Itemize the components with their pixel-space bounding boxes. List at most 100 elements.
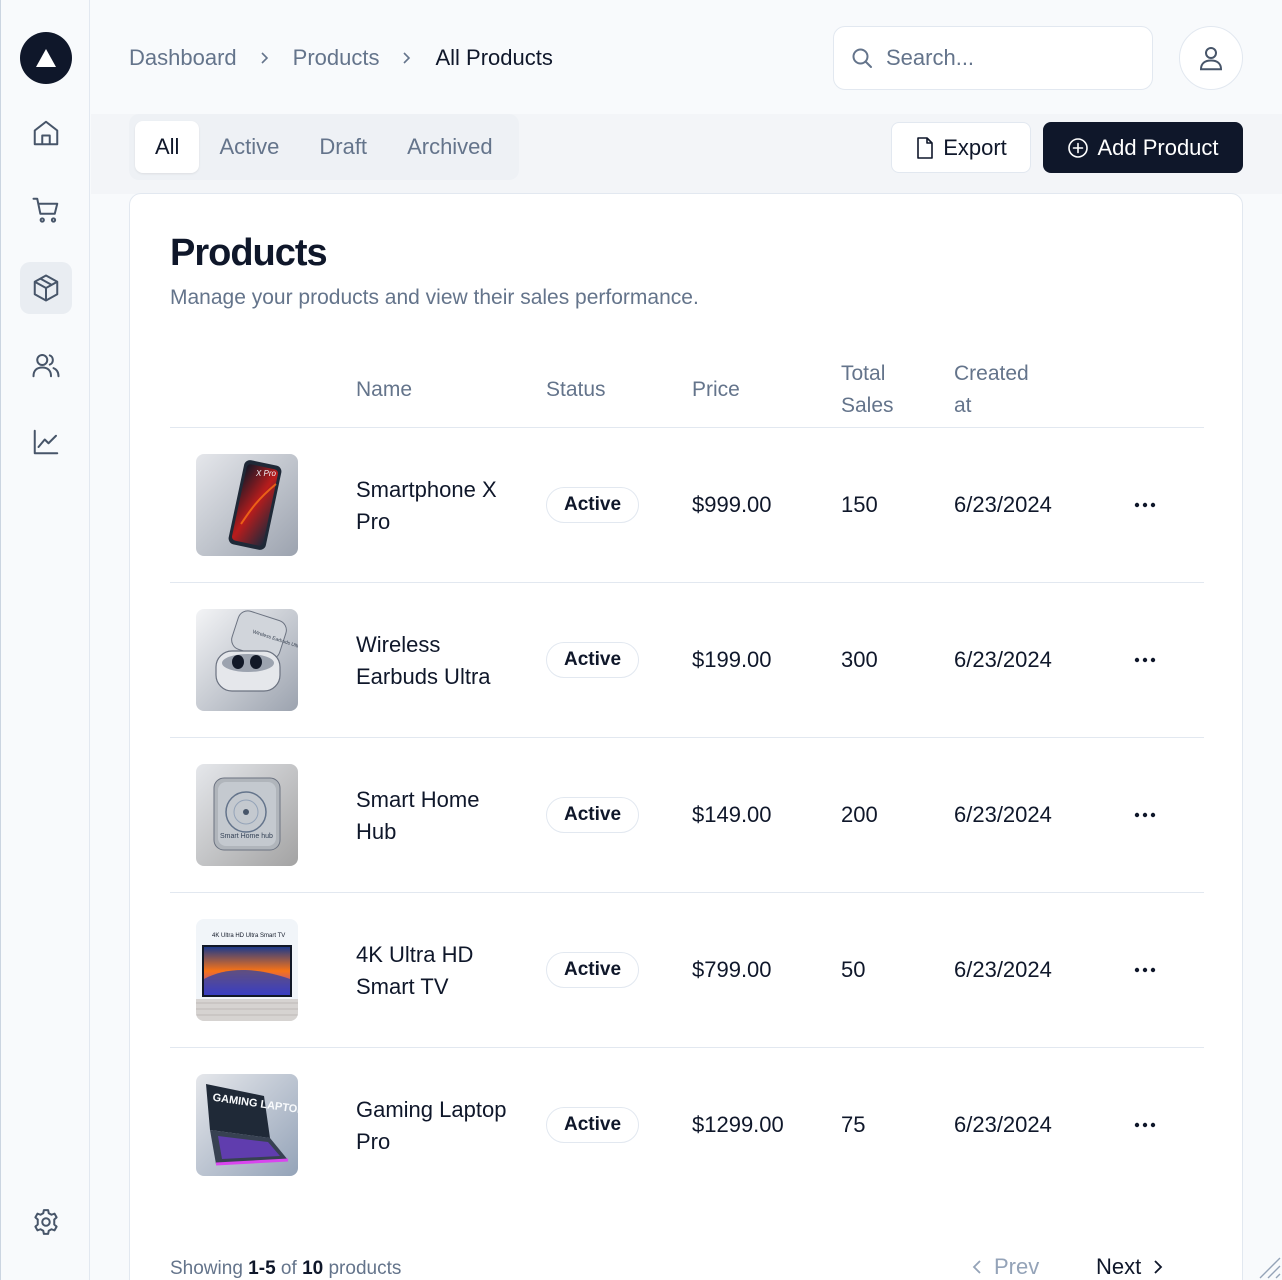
pagination-range: 1-5 (248, 1258, 276, 1279)
more-icon (1134, 502, 1156, 508)
product-name: Smartphone X Pro (356, 476, 497, 534)
product-created-at: 6/23/2024 (954, 957, 1052, 982)
breadcrumb: Dashboard Products All Products (129, 40, 553, 76)
more-icon (1134, 967, 1156, 973)
row-actions-button[interactable] (1124, 795, 1166, 835)
card-description: Manage your products and view their sale… (170, 286, 699, 309)
logo-icon[interactable] (20, 32, 72, 84)
search-box[interactable] (833, 26, 1153, 90)
product-image-label: X Pro (255, 469, 277, 478)
header-total-sales: Total Sales (841, 358, 894, 422)
chevron-right-icon (259, 51, 271, 65)
header-name: Name (356, 378, 413, 401)
product-image-smartphone: X Pro (196, 454, 298, 556)
header-total-sales-line1: Total (841, 362, 886, 385)
row-actions-button[interactable] (1124, 1105, 1166, 1145)
row-actions-button[interactable] (1124, 950, 1166, 990)
pagination-of: of (280, 1258, 297, 1279)
add-product-button[interactable]: Add Product (1043, 122, 1243, 173)
next-page-button[interactable]: Next (1096, 1254, 1165, 1280)
more-icon (1134, 657, 1156, 663)
product-total-sales: 150 (841, 492, 878, 517)
status-badge: Active (546, 1107, 640, 1143)
cart-icon[interactable] (20, 184, 72, 236)
product-price: $999.00 (692, 492, 772, 517)
user-icon (1199, 47, 1223, 71)
export-button[interactable]: Export (891, 122, 1031, 173)
next-label: Next (1096, 1254, 1142, 1279)
product-total-sales: 300 (841, 647, 878, 672)
tab-all[interactable]: All (135, 121, 200, 173)
product-price: $799.00 (692, 957, 772, 982)
product-name: Wireless Earbuds Ultra (356, 631, 491, 689)
table-header: Name Status Price Total Sales Created at (170, 354, 1204, 428)
header-total-sales-line2: Sales (841, 394, 894, 417)
chart-icon[interactable] (20, 416, 72, 468)
resize-handle-icon[interactable] (1252, 1250, 1282, 1280)
status-badge: Active (546, 487, 640, 523)
status-badge: Active (546, 642, 640, 678)
product-created-at: 6/23/2024 (954, 1112, 1052, 1137)
chevron-right-icon (401, 51, 413, 65)
user-menu-button[interactable] (1179, 26, 1243, 90)
tab-active[interactable]: Active (199, 121, 299, 173)
header-status: Status (546, 378, 606, 401)
search-icon (852, 48, 872, 68)
package-icon[interactable] (20, 262, 72, 314)
status-badge: Active (546, 952, 640, 988)
search-input[interactable] (886, 45, 1126, 71)
pagination-showing: Showing (170, 1258, 243, 1279)
table-row: Smart Home hub Smart Home Hub Active $14… (170, 738, 1204, 893)
home-icon[interactable] (20, 107, 72, 159)
chevron-left-icon (972, 1260, 981, 1274)
export-label: Export (943, 134, 1007, 160)
header-created-at: Created at (954, 358, 1029, 422)
tab-archived[interactable]: Archived (387, 121, 513, 173)
users-icon[interactable] (20, 339, 72, 391)
products-card: Products Manage your products and view t… (129, 193, 1243, 1280)
add-product-label: Add Product (1097, 134, 1219, 160)
pagination-summary: Showing 1-5 of 10 products (170, 1258, 401, 1280)
more-icon (1134, 1122, 1156, 1128)
header-created-at-line1: Created (954, 362, 1029, 385)
row-actions-button[interactable] (1124, 485, 1166, 525)
product-name: 4K Ultra HD Smart TV (356, 941, 474, 999)
header-price: Price (692, 378, 740, 401)
product-name: Smart Home Hub (356, 786, 480, 844)
product-total-sales: 75 (841, 1112, 866, 1137)
row-actions-button[interactable] (1124, 640, 1166, 680)
table-row: X Pro Smartphone X Pro Active $999.00 15… (170, 428, 1204, 583)
product-price: $1299.00 (692, 1112, 784, 1137)
card-title: Products (170, 232, 328, 274)
pagination-suffix: products (328, 1258, 402, 1279)
header-created-at-line2: at (954, 394, 972, 417)
product-price: $149.00 (692, 802, 772, 827)
file-icon (917, 136, 934, 159)
table-row: Wireless Earbuds Ultra Wireless Earbuds … (170, 583, 1204, 738)
product-total-sales: 200 (841, 802, 878, 827)
product-image-smart-home-hub: Smart Home hub (196, 764, 298, 866)
status-badge: Active (546, 797, 640, 833)
product-image-earbuds: Wireless Earbuds Ultra (196, 609, 298, 711)
table-row: GAMING LAPTOP PRO Gaming Laptop Pro Acti… (170, 1048, 1204, 1203)
product-image-smart-tv: 4K Ultra HD Ultra Smart TV (196, 919, 298, 1021)
main-content: Dashboard Products All Products All Acti… (91, 0, 1282, 1280)
prev-label: Prev (994, 1254, 1040, 1279)
product-total-sales: 50 (841, 957, 866, 982)
breadcrumb-dashboard[interactable]: Dashboard (129, 45, 237, 71)
pagination-total: 10 (302, 1258, 324, 1279)
breadcrumb-current: All Products (435, 45, 553, 70)
table-row: 4K Ultra HD Ultra Smart TV 4K Ultra HD S… (170, 893, 1204, 1048)
prev-page-button[interactable]: Prev (970, 1254, 1039, 1280)
status-tabs: All Active Draft Archived (129, 114, 519, 180)
plus-circle-icon (1068, 137, 1089, 158)
product-created-at: 6/23/2024 (954, 492, 1052, 517)
more-icon (1134, 812, 1156, 818)
breadcrumb-products[interactable]: Products (293, 45, 380, 71)
settings-icon[interactable] (20, 1196, 72, 1248)
product-image-label: Smart Home hub (220, 833, 273, 840)
tab-draft[interactable]: Draft (299, 121, 387, 173)
chevron-right-icon (1154, 1260, 1163, 1274)
product-created-at: 6/23/2024 (954, 802, 1052, 827)
product-price: $199.00 (692, 647, 772, 672)
